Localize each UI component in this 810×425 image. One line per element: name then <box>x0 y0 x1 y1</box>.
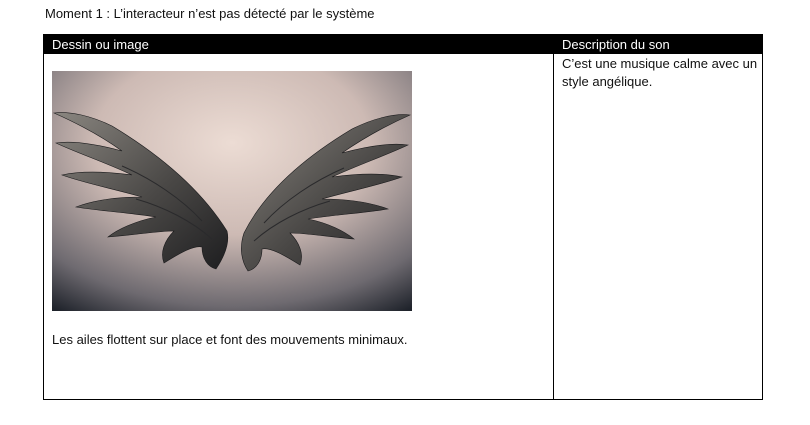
table-header-row: Dessin ou image Description du son <box>44 35 762 54</box>
storyboard-table: Dessin ou image Description du son Les a… <box>43 34 763 400</box>
wings-illustration <box>52 71 412 311</box>
wings-image <box>52 71 412 311</box>
document-page: Moment 1 : L’interacteur n’est pas détec… <box>0 0 810 425</box>
image-caption: Les ailes flottent sur place et font des… <box>52 332 408 347</box>
moment-heading: Moment 1 : L’interacteur n’est pas détec… <box>45 6 375 21</box>
sound-description: C’est une musique calme avec un style an… <box>562 56 758 89</box>
header-sound-column: Description du son <box>562 37 670 52</box>
header-image-column: Dessin ou image <box>52 37 149 52</box>
column-divider <box>553 35 554 399</box>
